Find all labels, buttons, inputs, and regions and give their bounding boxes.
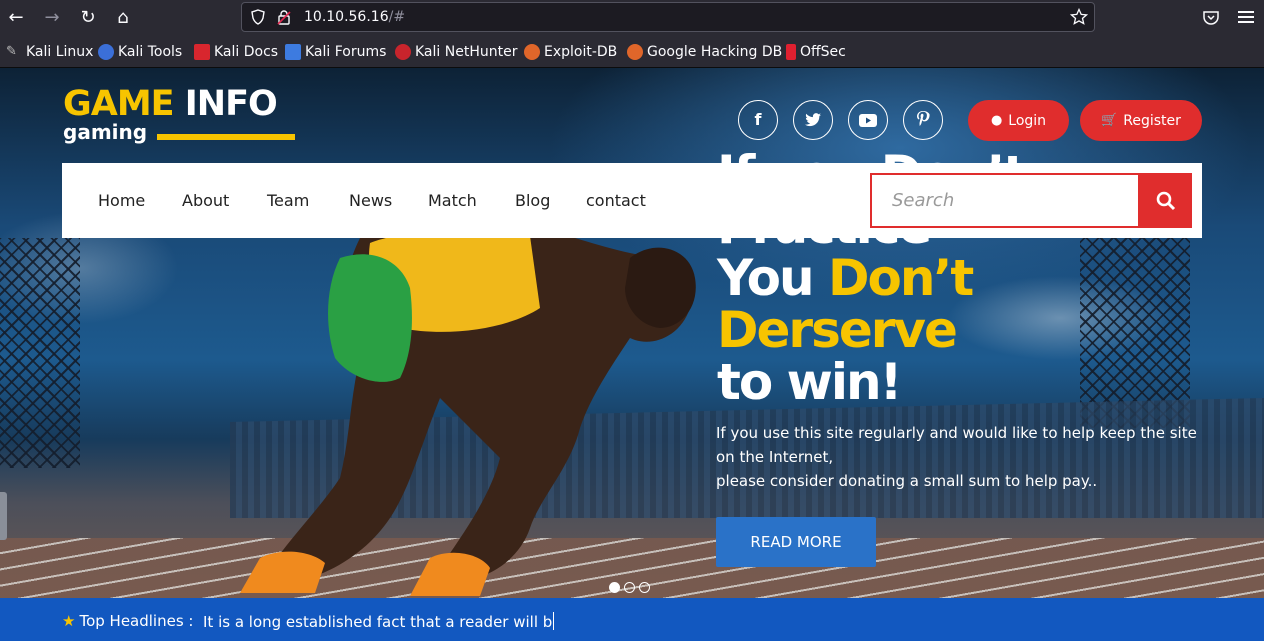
youtube-icon[interactable] [848,100,888,140]
star-icon: ★ [62,612,76,630]
floodlight-tower-right [1080,228,1190,428]
register-button[interactable]: 🛒 Register [1080,100,1202,141]
carousel-dot-2[interactable] [624,582,635,593]
reload-icon[interactable]: ↻ [76,6,100,30]
home-icon[interactable]: ⌂ [111,6,135,30]
bookmark-kali-nethunter[interactable]: Kali NetHunter [395,43,517,61]
bookmark-kali-tools[interactable]: Kali Tools [98,43,182,61]
search-button[interactable] [1139,173,1192,228]
ticker-text[interactable]: It is a long established fact that a rea… [203,612,555,631]
kali-forums-icon [285,44,301,60]
url-text: 10.10.56.16/# [304,9,406,25]
shield-icon[interactable] [250,9,266,25]
nav-match[interactable]: Match [428,191,477,210]
lock-insecure-icon[interactable] [276,9,292,25]
ghdb-icon [627,44,643,60]
hero-description: If you use this site regularly and would… [716,424,1197,490]
offsec-icon [786,44,796,60]
nav-blog[interactable]: Blog [515,191,550,210]
kali-docs-icon [194,44,210,60]
login-button[interactable]: ● Login [968,100,1069,141]
site-logo[interactable]: GAME INFO gaming [63,84,296,142]
bookmark-offsec[interactable]: OffSec [786,43,846,61]
search-box [870,173,1140,228]
floodlight-tower-left [0,238,80,468]
forward-icon[interactable]: → [40,6,64,30]
bookmarks-toolbar: ✎ Kali Linux Kali Tools Kali Docs Kali Fo… [0,36,1264,68]
exploit-db-icon [524,44,540,60]
sprinter-image [240,221,696,596]
nav-about[interactable]: About [182,191,229,210]
kali-dragon-icon: ✎ [6,44,17,59]
twitter-icon[interactable] [793,100,833,140]
nav-contact[interactable]: contact [586,191,646,210]
pinterest-icon[interactable] [903,100,943,140]
nethunter-icon [395,44,411,60]
bookmark-kali-linux[interactable]: ✎ Kali Linux [6,43,93,61]
address-bar[interactable]: 10.10.56.16/# [241,2,1095,32]
carousel-dot-3[interactable] [639,582,650,593]
read-more-button[interactable]: READ MORE [716,517,876,567]
back-icon[interactable]: ← [4,6,28,30]
browser-toolbar: ← → ↻ ⌂ 10.10.56.16/# [0,0,1264,36]
carousel-dot-1[interactable] [609,582,620,593]
side-tab-handle[interactable] [0,492,7,540]
bookmark-star-icon[interactable] [1070,8,1088,26]
bookmark-google-hacking-db[interactable]: Google Hacking DB [627,43,782,61]
bookmark-kali-docs[interactable]: Kali Docs [194,43,278,61]
pocket-icon[interactable] [1202,9,1220,27]
hero-banner: GAME INFO gaming f ●Login 🛒Register If y… [0,68,1264,598]
nav-news[interactable]: News [349,191,392,210]
menu-icon[interactable] [1238,8,1254,26]
search-input[interactable] [872,175,1138,226]
facebook-icon[interactable]: f [738,100,778,140]
bookmark-exploit-db[interactable]: Exploit-DB [524,43,617,61]
main-nav: Home About Team News Match Blog contact [62,163,1202,238]
kali-tools-icon [98,44,114,60]
nav-home[interactable]: Home [98,191,145,210]
headline-ticker: ★ Top Headlines : It is a long establishe… [0,598,1264,641]
search-icon [1156,191,1176,211]
bookmark-kali-forums[interactable]: Kali Forums [285,43,386,61]
nav-team[interactable]: Team [267,191,309,210]
carousel-indicators [609,582,650,593]
ticker-label: ★ Top Headlines : [62,612,194,630]
user-icon: ● [990,113,1003,128]
cart-icon: 🛒 [1101,113,1118,128]
web-page: GAME INFO gaming f ●Login 🛒Register If y… [0,68,1264,641]
